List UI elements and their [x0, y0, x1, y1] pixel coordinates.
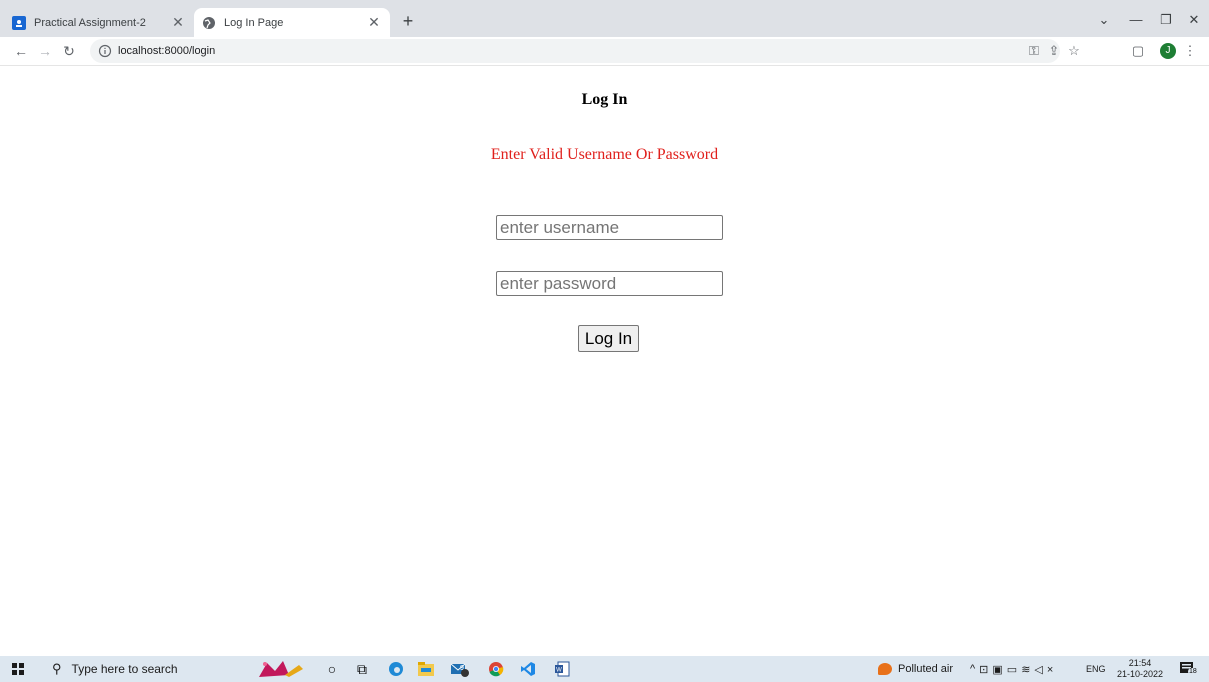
username-input[interactable] — [496, 215, 723, 240]
close-tab-icon[interactable]: ✕ — [170, 14, 186, 31]
volume-mute-icon[interactable]: ◁× — [1034, 663, 1057, 676]
tab-practical-assignment[interactable]: Practical Assignment-2 ✕ — [4, 8, 194, 37]
cortana-icon[interactable]: ○ — [322, 659, 342, 679]
meet-now-icon[interactable]: ⊡ — [979, 663, 992, 676]
system-tray[interactable]: ^ ⊡ ▣ ▭ ≋ ◁× — [970, 656, 1057, 682]
search-placeholder: Type here to search — [71, 662, 178, 676]
minimize-icon[interactable]: — — [1122, 8, 1150, 32]
info-icon[interactable] — [98, 44, 112, 58]
page-title: Log In — [581, 91, 628, 108]
chevron-up-icon[interactable]: ^ — [970, 663, 979, 675]
address-bar[interactable]: localhost:8000/login — [90, 39, 1060, 63]
svg-text:W: W — [556, 668, 562, 674]
taskbar-search[interactable]: ⚲ Type here to search — [36, 656, 236, 682]
mail-icon[interactable]: 9 — [450, 659, 470, 679]
language-indicator[interactable]: ENG — [1086, 656, 1106, 682]
restore-icon[interactable]: ❐ — [1152, 8, 1180, 32]
mail-badge: 9 — [460, 665, 464, 672]
weather-icon — [878, 663, 892, 675]
search-icon: ⚲ — [52, 661, 62, 676]
tab-title: Log In Page — [224, 16, 284, 29]
windows-taskbar: ⚲ Type here to search ○ ⧉ 9 W Polluted a… — [0, 656, 1209, 682]
menu-icon[interactable]: ⋮ — [1180, 41, 1200, 61]
wifi-icon[interactable]: ≋ — [1021, 663, 1034, 676]
close-window-icon[interactable]: ✕ — [1180, 8, 1208, 32]
edge-icon[interactable] — [386, 659, 406, 679]
tab-title: Practical Assignment-2 — [34, 16, 146, 29]
back-icon[interactable]: ← — [10, 40, 32, 62]
password-key-icon[interactable]: ⚿ — [1024, 41, 1044, 61]
tab-search-icon[interactable]: ⌄ — [1090, 8, 1118, 32]
display-icon[interactable]: ▣ — [992, 663, 1006, 676]
close-tab-icon[interactable]: ✕ — [366, 14, 382, 31]
browser-tabstrip: Practical Assignment-2 ✕ Log In Page ✕ +… — [0, 0, 1209, 37]
task-view-icon[interactable]: ⧉ — [352, 659, 372, 679]
browser-toolbar: ← → ↻ localhost:8000/login ⚿ ⇪ ☆ ▢ ⋮ — [0, 37, 1209, 66]
clock-time: 21:54 — [1128, 658, 1152, 668]
side-panel-icon[interactable]: ▢ — [1128, 41, 1148, 61]
new-tab-button[interactable]: + — [398, 10, 418, 32]
forward-icon[interactable]: → — [34, 40, 56, 62]
taskbar-clock[interactable]: 21:54 21-10-2022 — [1114, 658, 1166, 680]
file-explorer-icon[interactable] — [416, 659, 436, 679]
notification-count: 18 — [1188, 668, 1198, 675]
password-input[interactable] — [496, 271, 723, 296]
clock-date: 21-10-2022 — [1116, 669, 1164, 679]
news-widget-icon[interactable] — [255, 659, 315, 679]
login-button[interactable]: Log In — [578, 325, 639, 352]
tab-log-in-page[interactable]: Log In Page ✕ — [194, 8, 390, 37]
battery-icon[interactable]: ▭ — [1007, 663, 1021, 676]
weather-text: Polluted air — [898, 663, 954, 675]
notification-icon[interactable]: 18 — [1176, 659, 1200, 679]
weather-widget[interactable]: Polluted air — [878, 656, 953, 682]
share-icon[interactable]: ⇪ — [1044, 41, 1064, 61]
windows-start-icon[interactable] — [12, 663, 24, 675]
vscode-icon[interactable] — [518, 659, 538, 679]
reload-icon[interactable]: ↻ — [58, 40, 80, 62]
chrome-icon[interactable] — [486, 659, 506, 679]
classroom-icon — [12, 15, 26, 30]
address-url: localhost:8000/login — [118, 45, 216, 57]
word-icon[interactable]: W — [552, 659, 572, 679]
error-message: Enter Valid Username Or Password — [490, 146, 719, 163]
profile-avatar[interactable]: J — [1160, 43, 1176, 59]
bookmark-star-icon[interactable]: ☆ — [1064, 41, 1084, 61]
globe-icon — [202, 16, 216, 30]
